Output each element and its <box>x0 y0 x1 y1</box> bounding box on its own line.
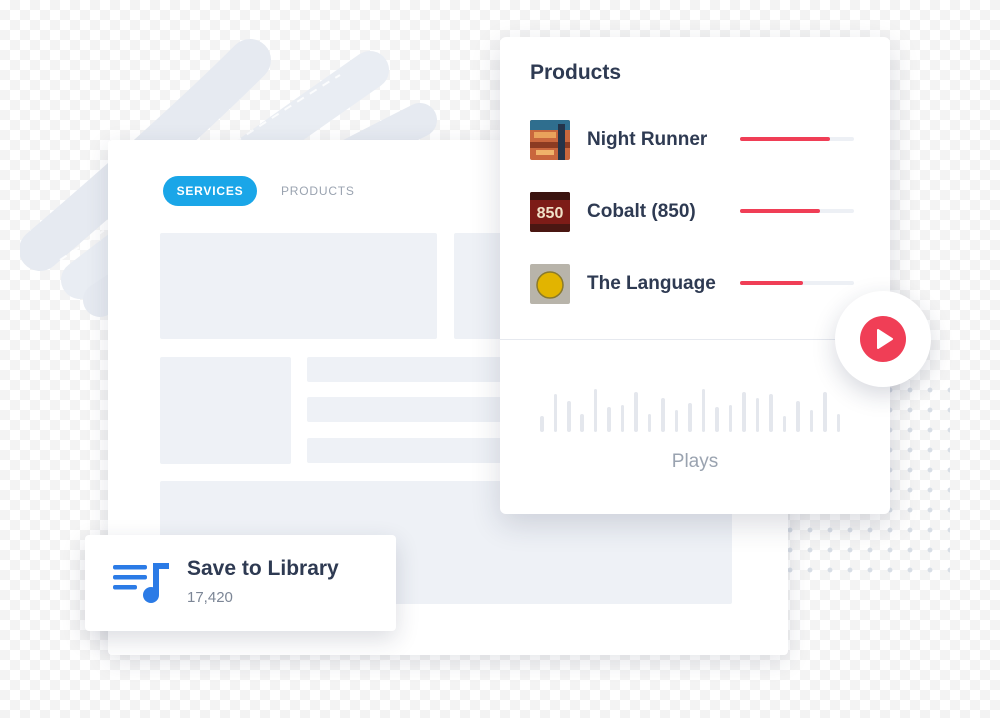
save-count: 17,420 <box>187 589 233 606</box>
product-row[interactable]: The Language <box>530 264 860 304</box>
plays-bar <box>607 407 611 432</box>
product-progress-fill <box>740 281 803 285</box>
product-row[interactable]: Night Runner <box>530 120 860 160</box>
plays-bar <box>728 405 733 432</box>
product-progress-fill <box>740 209 820 213</box>
plays-bar <box>715 407 719 432</box>
product-progress-track <box>740 137 854 141</box>
plays-bar <box>580 414 584 432</box>
plays-bar <box>553 393 557 432</box>
product-progress-track <box>740 209 854 213</box>
play-button-inner <box>860 316 906 362</box>
content-placeholder <box>307 357 507 382</box>
playlist-music-icon <box>113 563 169 603</box>
products-panel: Products Night Runner 850 Cobalt (850) T… <box>500 37 890 514</box>
product-name: Night Runner <box>587 129 708 150</box>
tab-products[interactable]: PRODUCTS <box>281 176 355 206</box>
save-title: Save to Library <box>187 557 339 580</box>
plays-bar <box>567 400 571 432</box>
plays-bar <box>823 391 827 432</box>
product-progress-fill <box>740 137 831 141</box>
product-thumbnail <box>530 264 570 304</box>
product-progress-track <box>740 281 854 285</box>
plays-bar <box>782 416 787 432</box>
panel-divider <box>500 339 890 340</box>
plays-bar <box>620 405 625 432</box>
plays-bar <box>836 414 840 432</box>
plays-waveform <box>540 387 850 432</box>
product-row[interactable]: 850 Cobalt (850) <box>530 192 860 232</box>
plays-bar <box>540 416 544 432</box>
content-placeholder <box>160 357 291 464</box>
plays-label: Plays <box>671 451 719 472</box>
play-button[interactable] <box>835 291 931 387</box>
save-to-library-card[interactable]: Save to Library 17,420 <box>85 535 396 631</box>
plays-bar <box>661 398 665 432</box>
play-icon <box>877 329 893 349</box>
plays-bar <box>796 400 800 432</box>
content-placeholder <box>307 438 507 463</box>
plays-bar <box>593 389 598 432</box>
product-thumbnail <box>530 120 570 160</box>
content-placeholder <box>160 233 437 339</box>
plays-bar <box>701 389 706 432</box>
product-thumbnail: 850 <box>530 192 570 232</box>
products-title: Products <box>530 61 622 84</box>
content-placeholder <box>307 397 507 422</box>
plays-bar <box>769 393 773 432</box>
tab-services[interactable]: SERVICES <box>163 176 257 206</box>
product-name: Cobalt (850) <box>587 201 696 222</box>
plays-bar <box>755 398 760 432</box>
plays-bar <box>809 409 814 432</box>
product-name: The Language <box>587 273 716 294</box>
plays-bar <box>647 414 652 432</box>
plays-bar <box>674 409 679 432</box>
plays-bar <box>634 391 638 432</box>
plays-bar <box>688 402 692 432</box>
cobalt-thumb-text: 850 <box>537 205 564 222</box>
plays-bar <box>742 391 746 432</box>
